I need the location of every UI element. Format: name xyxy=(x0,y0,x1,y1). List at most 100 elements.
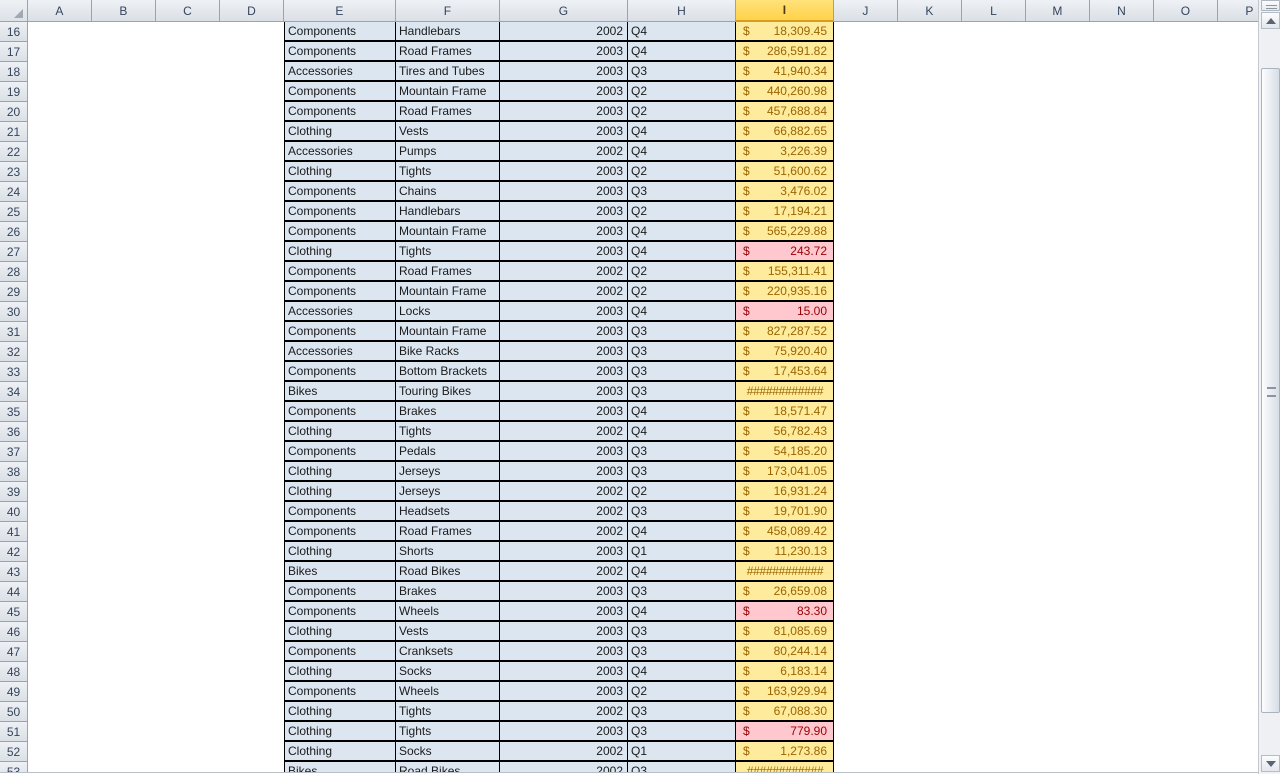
scroll-up-arrow-icon[interactable] xyxy=(1261,12,1280,29)
cell-category[interactable]: Accessories xyxy=(284,141,396,161)
cell-amount[interactable]: $80,244.14 xyxy=(736,641,834,661)
scroll-down-arrow-icon[interactable] xyxy=(1261,755,1280,772)
row-header-47[interactable]: 47 xyxy=(0,642,28,662)
cell-amount[interactable]: $54,185.20 xyxy=(736,441,834,461)
empty-cells-a-d[interactable] xyxy=(28,102,284,122)
empty-cells-a-d[interactable] xyxy=(28,122,284,142)
table-row[interactable]: Clothing Socks 2002 Q1 $1,273.86 xyxy=(28,741,1258,762)
cell-category[interactable]: Components xyxy=(284,521,396,541)
table-row[interactable]: Components Headsets 2002 Q3 $19,701.90 xyxy=(28,501,1258,522)
row-header-27[interactable]: 27 xyxy=(0,242,28,262)
cell-quarter[interactable]: Q3 xyxy=(628,321,736,341)
table-row[interactable]: Accessories Pumps 2002 Q4 $3,226.39 xyxy=(28,141,1258,162)
column-header-j[interactable]: J xyxy=(834,0,898,22)
cell-quarter[interactable]: Q4 xyxy=(628,421,736,441)
cell-quarter[interactable]: Q4 xyxy=(628,521,736,541)
empty-cells-a-d[interactable] xyxy=(28,222,284,242)
cell-category[interactable]: Components xyxy=(284,681,396,701)
empty-cells-a-d[interactable] xyxy=(28,282,284,302)
cell-year[interactable]: 2003 xyxy=(500,341,628,361)
cell-product[interactable]: Mountain Frame xyxy=(396,81,500,101)
empty-cells-a-d[interactable] xyxy=(28,562,284,582)
column-header-i[interactable]: I xyxy=(736,0,834,22)
cell-quarter[interactable]: Q3 xyxy=(628,701,736,721)
table-row[interactable]: Clothing Shorts 2003 Q1 $11,230.13 xyxy=(28,541,1258,562)
cell-amount[interactable]: $6,183.14 xyxy=(736,661,834,681)
row-header-36[interactable]: 36 xyxy=(0,422,28,442)
cell-category[interactable]: Components xyxy=(284,581,396,601)
table-row[interactable]: Components Chains 2003 Q3 $3,476.02 xyxy=(28,181,1258,202)
cell-year[interactable]: 2003 xyxy=(500,201,628,221)
row-header-29[interactable]: 29 xyxy=(0,282,28,302)
row-header-41[interactable]: 41 xyxy=(0,522,28,542)
table-row[interactable]: Bikes Touring Bikes 2003 Q3 ############ xyxy=(28,381,1258,402)
cell-amount[interactable]: $19,701.90 xyxy=(736,501,834,521)
cell-quarter[interactable]: Q4 xyxy=(628,661,736,681)
cell-year[interactable]: 2003 xyxy=(500,241,628,261)
table-row[interactable]: Components Road Frames 2003 Q2 $457,688.84 xyxy=(28,101,1258,122)
cell-category[interactable]: Components xyxy=(284,361,396,381)
column-header-k[interactable]: K xyxy=(898,0,962,22)
cell-quarter[interactable]: Q3 xyxy=(628,361,736,381)
empty-cells-a-d[interactable] xyxy=(28,182,284,202)
row-header-38[interactable]: 38 xyxy=(0,462,28,482)
row-header-23[interactable]: 23 xyxy=(0,162,28,182)
empty-cells-a-d[interactable] xyxy=(28,342,284,362)
cell-product[interactable]: Socks xyxy=(396,741,500,761)
cell-quarter[interactable]: Q3 xyxy=(628,501,736,521)
row-header-32[interactable]: 32 xyxy=(0,342,28,362)
cell-product[interactable]: Mountain Frame xyxy=(396,221,500,241)
cell-year[interactable]: 2003 xyxy=(500,81,628,101)
select-all-button[interactable] xyxy=(0,0,28,22)
column-header-c[interactable]: C xyxy=(156,0,220,22)
row-header-39[interactable]: 39 xyxy=(0,482,28,502)
cell-product[interactable]: Pumps xyxy=(396,141,500,161)
empty-cells-a-d[interactable] xyxy=(28,742,284,762)
cell-amount[interactable]: $243.72 xyxy=(736,241,834,261)
cell-product[interactable]: Road Frames xyxy=(396,101,500,121)
table-row[interactable]: Components Pedals 2003 Q3 $54,185.20 xyxy=(28,441,1258,462)
empty-cells-a-d[interactable] xyxy=(28,402,284,422)
cell-product[interactable]: Brakes xyxy=(396,401,500,421)
empty-cells-a-d[interactable] xyxy=(28,42,284,62)
cell-quarter[interactable]: Q2 xyxy=(628,681,736,701)
cell-product[interactable]: Bike Racks xyxy=(396,341,500,361)
cell-amount[interactable]: $26,659.08 xyxy=(736,581,834,601)
column-header-a[interactable]: A xyxy=(28,0,92,22)
cell-category[interactable]: Bikes xyxy=(284,381,396,401)
cell-category[interactable]: Clothing xyxy=(284,481,396,501)
empty-cells-a-d[interactable] xyxy=(28,82,284,102)
cell-product[interactable]: Road Frames xyxy=(396,521,500,541)
cell-amount[interactable]: $565,229.88 xyxy=(736,221,834,241)
cell-year[interactable]: 2003 xyxy=(500,621,628,641)
cell-product[interactable]: Tights xyxy=(396,421,500,441)
empty-cells-a-d[interactable] xyxy=(28,662,284,682)
cell-quarter[interactable]: Q4 xyxy=(628,561,736,581)
cell-quarter[interactable]: Q4 xyxy=(628,301,736,321)
row-header-31[interactable]: 31 xyxy=(0,322,28,342)
cell-year[interactable]: 2003 xyxy=(500,61,628,81)
cell-category[interactable]: Components xyxy=(284,41,396,61)
cell-year[interactable]: 2002 xyxy=(500,741,628,761)
empty-cells-a-d[interactable] xyxy=(28,622,284,642)
cell-product[interactable]: Touring Bikes xyxy=(396,381,500,401)
empty-cells-a-d[interactable] xyxy=(28,682,284,702)
cell-amount[interactable]: $155,311.41 xyxy=(736,261,834,281)
cell-product[interactable]: Vests xyxy=(396,121,500,141)
cell-amount[interactable]: $1,273.86 xyxy=(736,741,834,761)
cell-quarter[interactable]: Q3 xyxy=(628,341,736,361)
cell-category[interactable]: Components xyxy=(284,501,396,521)
cell-amount[interactable]: $81,085.69 xyxy=(736,621,834,641)
table-row[interactable]: Components Brakes 2003 Q3 $26,659.08 xyxy=(28,581,1258,602)
cell-quarter[interactable]: Q2 xyxy=(628,161,736,181)
cell-quarter[interactable]: Q4 xyxy=(628,241,736,261)
empty-cells-a-d[interactable] xyxy=(28,422,284,442)
cell-category[interactable]: Clothing xyxy=(284,241,396,261)
empty-cells-a-d[interactable] xyxy=(28,322,284,342)
empty-cells-a-d[interactable] xyxy=(28,162,284,182)
row-header-35[interactable]: 35 xyxy=(0,402,28,422)
empty-cells-a-d[interactable] xyxy=(28,22,284,42)
cell-product[interactable]: Cranksets xyxy=(396,641,500,661)
cell-category[interactable]: Components xyxy=(284,201,396,221)
cell-year[interactable]: 2002 xyxy=(500,561,628,581)
